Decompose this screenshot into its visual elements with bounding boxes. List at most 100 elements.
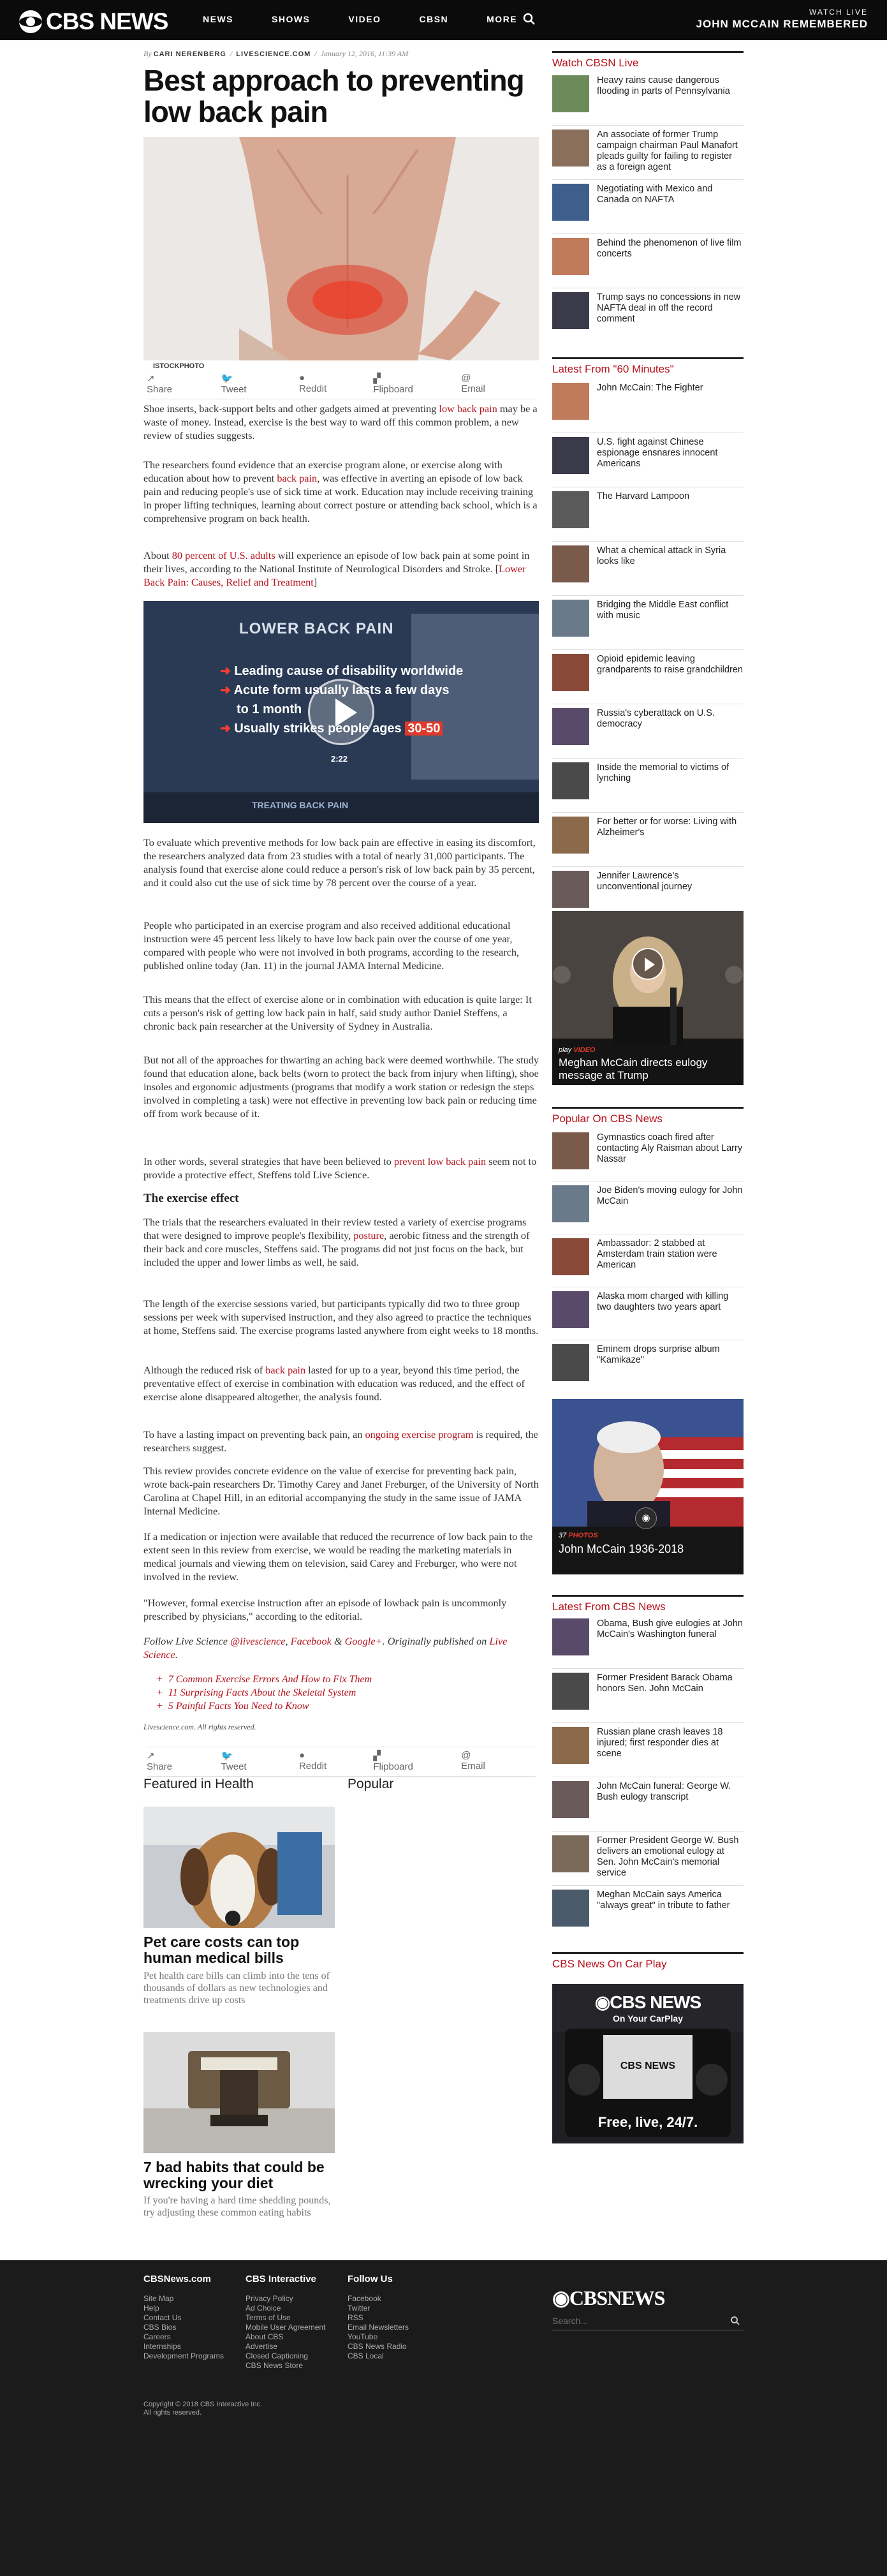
- popular-item[interactable]: Gymnastics coach fired after contacting …: [552, 1132, 744, 1169]
- sixty-item[interactable]: Russia's cyberattack on U.S. democracy: [552, 708, 744, 745]
- car-play-heading[interactable]: CBS News On Car Play: [552, 1952, 744, 1971]
- nav-more[interactable]: MORE: [487, 14, 517, 24]
- latest-item-title[interactable]: Obama, Bush give eulogies at John McCain…: [597, 1618, 744, 1655]
- latest-item[interactable]: Obama, Bush give eulogies at John McCain…: [552, 1618, 744, 1655]
- search-icon[interactable]: [729, 2315, 741, 2327]
- share-button[interactable]: ↗ Share: [147, 373, 202, 395]
- flipboard-button[interactable]: ▞ Flipboard: [373, 373, 442, 395]
- email-button[interactable]: @ Email: [461, 373, 517, 395]
- popular-item[interactable]: Joe Biden's moving eulogy for John McCai…: [552, 1185, 744, 1222]
- thumbnail-image[interactable]: [552, 1835, 589, 1872]
- thumbnail-image[interactable]: [552, 817, 589, 854]
- link-back-pain[interactable]: back pain: [277, 472, 317, 484]
- latest-item-title[interactable]: Meghan McCain says America "always great…: [597, 1890, 744, 1927]
- thumbnail-image[interactable]: [552, 708, 589, 745]
- popular-item-title[interactable]: Ambassador: 2 stabbed at Amsterdam train…: [597, 1238, 744, 1275]
- sixty-item-title[interactable]: Inside the memorial to victims of lynchi…: [597, 762, 744, 799]
- author-link[interactable]: CARI NERENBERG: [154, 50, 226, 58]
- sixty-item-title[interactable]: Russia's cyberattack on U.S. democracy: [597, 708, 744, 745]
- link-posture[interactable]: posture: [353, 1229, 384, 1241]
- thumbnail-image[interactable]: [552, 1344, 589, 1381]
- popular-item[interactable]: Alaska mom charged with killing two daug…: [552, 1291, 744, 1328]
- sixty-item-title[interactable]: John McCain: The Fighter: [597, 383, 703, 420]
- thumbnail-image[interactable]: [552, 238, 589, 275]
- popular-item-title[interactable]: Alaska mom charged with killing two daug…: [597, 1291, 744, 1328]
- latest-item[interactable]: Meghan McCain says America "always great…: [552, 1890, 744, 1927]
- cbsn-item[interactable]: Negotiating with Mexico and Canada on NA…: [552, 184, 744, 221]
- popular-item-title[interactable]: Eminem drops surprise album "Kamikaze": [597, 1344, 744, 1381]
- sixty-item[interactable]: Bridging the Middle East conflict with m…: [552, 600, 744, 637]
- footer-search-input[interactable]: [552, 2313, 718, 2329]
- tweet-button[interactable]: 🐦 Tweet: [221, 1750, 280, 1772]
- thumbnail-image[interactable]: [552, 292, 589, 329]
- footer-link[interactable]: CBS News Radio: [348, 2342, 409, 2351]
- related-link[interactable]: + 7 Common Exercise Errors And How to Fi…: [156, 1673, 552, 1686]
- footer-link[interactable]: Mobile User Agreement: [246, 2323, 325, 2332]
- nav-cbsn[interactable]: CBSN: [419, 14, 448, 24]
- cbsn-item-title[interactable]: Negotiating with Mexico and Canada on NA…: [597, 184, 744, 221]
- sixty-item-title[interactable]: For better or for worse: Living with Alz…: [597, 817, 744, 854]
- thumbnail-image[interactable]: [552, 1781, 589, 1818]
- cbsn-item-title[interactable]: Heavy rains cause dangerous flooding in …: [597, 75, 744, 112]
- card-title-pet[interactable]: Pet care costs can top human medical bil…: [143, 1934, 335, 1966]
- cbsn-item[interactable]: Trump says no concessions in new NAFTA d…: [552, 292, 744, 329]
- thumbnail-image[interactable]: [552, 654, 589, 691]
- carplay-ad[interactable]: ◉CBS NEWS On Your CarPlay CBS NEWS Free,…: [552, 1984, 744, 2143]
- thumbnail-image[interactable]: [552, 762, 589, 799]
- popular-item[interactable]: Ambassador: 2 stabbed at Amsterdam train…: [552, 1238, 744, 1275]
- footer-link[interactable]: Twitter: [348, 2304, 409, 2313]
- footer-link[interactable]: Privacy Policy: [246, 2294, 325, 2304]
- cbs-news-logo[interactable]: CBS NEWS: [19, 8, 168, 35]
- link-facebook[interactable]: Facebook: [291, 1635, 332, 1647]
- photo-gallery-promo[interactable]: ◉ 37 PHOTOS John McCain 1936-2018: [552, 1399, 744, 1574]
- tweet-button[interactable]: 🐦 Tweet: [221, 373, 280, 395]
- footer-link[interactable]: Site Map: [143, 2294, 224, 2304]
- sixty-item-title[interactable]: Bridging the Middle East conflict with m…: [597, 600, 744, 637]
- sixty-item[interactable]: Inside the memorial to victims of lynchi…: [552, 762, 744, 799]
- latest-item-title[interactable]: Former President George W. Bush delivers…: [597, 1835, 744, 1879]
- footer-link[interactable]: CBS Local: [348, 2351, 409, 2361]
- sixty-item[interactable]: John McCain: The Fighter: [552, 383, 744, 420]
- nav-shows[interactable]: SHOWS: [272, 14, 310, 24]
- latest-item[interactable]: Russian plane crash leaves 18 injured; f…: [552, 1727, 744, 1764]
- related-link[interactable]: + 11 Surprising Facts About the Skeletal…: [156, 1686, 552, 1699]
- link-back-pain-2[interactable]: back pain: [265, 1364, 305, 1376]
- popular-item[interactable]: Eminem drops surprise album "Kamikaze": [552, 1344, 744, 1381]
- sixty-item[interactable]: For better or for worse: Living with Alz…: [552, 817, 744, 854]
- sixty-minutes-heading[interactable]: Latest From "60 Minutes": [552, 357, 744, 376]
- thumbnail-image[interactable]: [552, 1132, 589, 1169]
- thumbnail-image[interactable]: [552, 75, 589, 112]
- link-googleplus[interactable]: Google+: [345, 1635, 383, 1647]
- cbsn-item-title[interactable]: Trump says no concessions in new NAFTA d…: [597, 292, 744, 329]
- watch-live-link[interactable]: WATCH LIVE JOHN MCCAIN REMEMBERED: [696, 8, 868, 31]
- link-prevent-low-back-pain[interactable]: prevent low back pain: [394, 1155, 486, 1167]
- latest-item[interactable]: John McCain funeral: George W. Bush eulo…: [552, 1781, 744, 1818]
- latest-item-title[interactable]: John McCain funeral: George W. Bush eulo…: [597, 1781, 744, 1818]
- footer-link[interactable]: Help: [143, 2304, 224, 2313]
- cbsn-live-heading[interactable]: Watch CBSN Live: [552, 51, 744, 70]
- thumbnail-image[interactable]: [552, 491, 589, 528]
- thumbnail-image[interactable]: [552, 1890, 589, 1927]
- footer-logo[interactable]: ◉CBSNEWS: [552, 2286, 665, 2310]
- thumbnail-image[interactable]: [552, 1673, 589, 1710]
- link-low-back-pain[interactable]: low back pain: [439, 403, 497, 415]
- sixty-item[interactable]: U.S. fight against Chinese espionage ens…: [552, 437, 744, 474]
- sixty-item[interactable]: What a chemical attack in Syria looks li…: [552, 545, 744, 582]
- thumbnail-image[interactable]: [552, 1618, 589, 1655]
- thumbnail-image[interactable]: [552, 383, 589, 420]
- play-icon[interactable]: [632, 948, 664, 980]
- cbsn-item-title[interactable]: An associate of former Trump campaign ch…: [597, 130, 744, 173]
- video-player[interactable]: LOWER BACK PAIN ➜ Leading cause of disab…: [143, 601, 539, 823]
- flipboard-button[interactable]: ▞ Flipboard: [373, 1750, 442, 1772]
- sixty-item-title[interactable]: The Harvard Lampoon: [597, 491, 689, 528]
- latest-item[interactable]: Former President Barack Obama honors Sen…: [552, 1673, 744, 1710]
- search-icon[interactable]: [522, 11, 537, 27]
- link-80-percent[interactable]: 80 percent of U.S. adults: [172, 549, 275, 561]
- footer-link[interactable]: Development Programs: [143, 2351, 224, 2361]
- thumbnail-image[interactable]: [552, 871, 589, 908]
- cbsn-item[interactable]: An associate of former Trump campaign ch…: [552, 130, 744, 173]
- sixty-item[interactable]: Opioid epidemic leaving grandparents to …: [552, 654, 744, 691]
- footer-link[interactable]: RSS: [348, 2313, 409, 2323]
- thumbnail-image[interactable]: [552, 600, 589, 637]
- thumbnail-image[interactable]: [552, 1727, 589, 1764]
